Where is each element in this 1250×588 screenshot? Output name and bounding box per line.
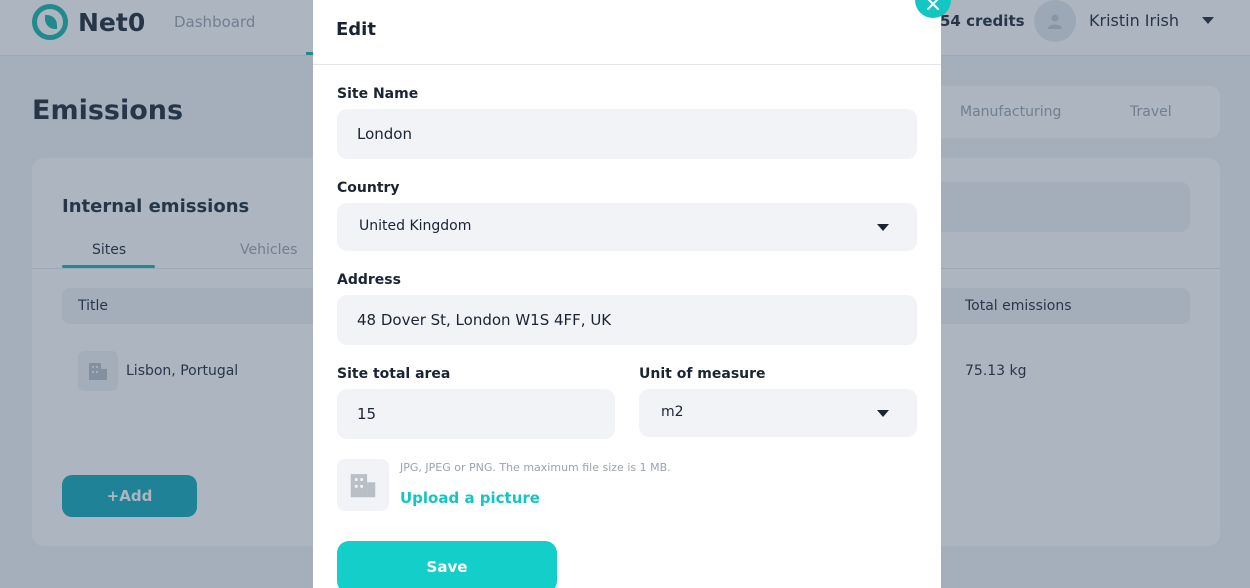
area-label: Site total area xyxy=(337,366,451,382)
close-icon xyxy=(927,0,939,10)
modal-header: Edit xyxy=(313,0,941,65)
building-icon xyxy=(350,474,376,498)
site-name-label: Site Name xyxy=(337,86,419,102)
save-button[interactable]: Save xyxy=(337,541,557,588)
chevron-down-icon xyxy=(877,410,889,417)
unit-value: m2 xyxy=(661,404,684,420)
site-name-input[interactable] xyxy=(337,109,917,159)
country-select[interactable]: United Kingdom xyxy=(337,203,917,251)
area-input[interactable] xyxy=(337,389,615,439)
address-input[interactable] xyxy=(337,295,917,345)
picture-thumbnail[interactable] xyxy=(337,459,389,511)
address-label: Address xyxy=(337,272,401,288)
edit-modal: Edit Site Name Country United Kingdom Ad… xyxy=(313,0,941,588)
unit-label: Unit of measure xyxy=(639,366,766,382)
chevron-down-icon xyxy=(877,224,889,231)
unit-select[interactable]: m2 xyxy=(639,389,917,437)
country-value: United Kingdom xyxy=(359,218,472,234)
upload-picture-link[interactable]: Upload a picture xyxy=(400,489,540,507)
country-label: Country xyxy=(337,180,400,196)
modal-title: Edit xyxy=(336,19,376,40)
upload-hint: JPG, JPEG or PNG. The maximum file size … xyxy=(400,461,671,474)
